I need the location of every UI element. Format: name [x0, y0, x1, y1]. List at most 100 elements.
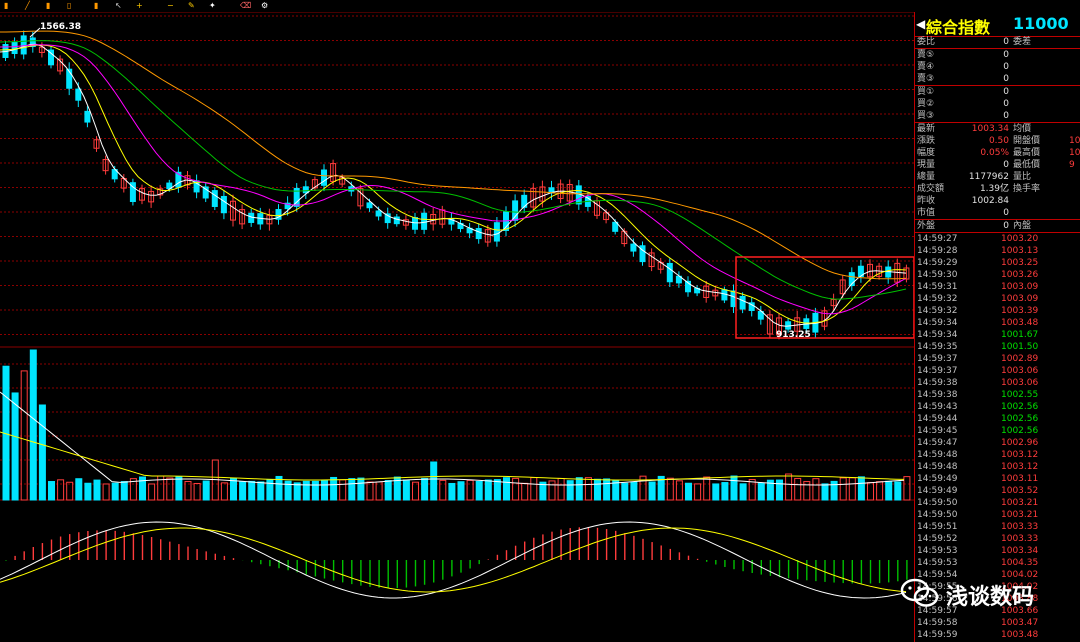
volume-bar	[885, 480, 893, 501]
erase-icon[interactable]: ⌫	[240, 1, 251, 10]
volume-bar	[575, 477, 583, 501]
tick-price: 1003.09	[1001, 294, 1039, 304]
row-label: 賣⑤	[917, 50, 935, 60]
tick-price: 1003.33	[1001, 522, 1039, 532]
tick-time: 14:59:38	[917, 378, 958, 388]
watermark: 浅谈数码	[900, 576, 1070, 612]
volume-bar	[84, 482, 92, 501]
volume-bar	[648, 481, 656, 501]
tick-row: 14:59:35 1001.50	[915, 341, 1080, 353]
collapse-arrow-icon[interactable]: ◀	[916, 17, 925, 31]
volume-bar	[38, 404, 46, 501]
sort-icon[interactable]: ▮	[4, 1, 12, 10]
zoom-out-icon[interactable]: −	[167, 1, 175, 10]
tick-price: 1003.39	[1001, 306, 1039, 316]
row-value: 0	[1003, 74, 1009, 84]
stat-row: 現量 0 最低價 9	[915, 159, 1080, 171]
tick-price: 1003.48	[1001, 318, 1039, 328]
candle-body	[739, 295, 746, 310]
candle-body	[302, 186, 309, 194]
row-value: 0	[1003, 87, 1009, 97]
tick-row: 14:59:27 1003.20	[915, 233, 1080, 245]
volume-bar	[384, 480, 392, 501]
volume-bar	[621, 482, 629, 501]
tick-row: 14:59:50 1003.21	[915, 497, 1080, 509]
volume-bar	[202, 480, 210, 501]
row-label-2: 開盤價	[1013, 136, 1041, 146]
row-label: 總量	[917, 172, 936, 182]
row-value: 0.50	[988, 136, 1009, 146]
volume-bar	[557, 477, 565, 501]
tick-price: 1004.35	[1001, 558, 1039, 568]
row-value: 0	[1003, 160, 1009, 170]
row-label-2: 最低價	[1013, 160, 1041, 170]
stat-row: 漲跌 0.50 開盤價 10	[915, 135, 1080, 147]
volume-bar	[903, 476, 911, 501]
tick-time: 14:59:48	[917, 462, 958, 472]
tick-row: 14:59:49 1003.11	[915, 473, 1080, 485]
tick-row: 14:59:32 1003.39	[915, 305, 1080, 317]
volume-bar	[867, 482, 874, 501]
stat-row: 市值 0	[915, 207, 1080, 219]
tick-time: 14:59:59	[917, 630, 958, 640]
tick-price: 1003.25	[1001, 258, 1039, 268]
volume-bar	[857, 476, 865, 501]
tick-time: 14:59:58	[917, 618, 958, 628]
tick-price: 1003.11	[1001, 474, 1039, 484]
candle-body	[375, 210, 382, 217]
candle-body	[84, 110, 91, 123]
volume-bar	[330, 476, 338, 501]
tick-price: 1002.56	[1001, 426, 1039, 436]
candlestick-chart[interactable]	[0, 12, 914, 642]
tick-time: 14:59:53	[917, 558, 958, 568]
tick-row: 14:59:47 1002.96	[915, 437, 1080, 449]
stat-row: 最新 1003.34 均價	[915, 123, 1080, 135]
volume-bar	[11, 392, 19, 501]
candle-icon[interactable]: ▯	[67, 1, 75, 10]
row-value: 0	[1003, 111, 1009, 121]
tick-row: 14:59:45 1002.56	[915, 425, 1080, 437]
stat-row: 幅度 0.05% 最高價 10	[915, 147, 1080, 159]
line-icon[interactable]: ╱	[25, 1, 33, 10]
tick-row: 14:59:51 1003.33	[915, 521, 1080, 533]
row-value-2: 9	[1069, 160, 1075, 170]
tick-row: 14:59:29 1003.25	[915, 257, 1080, 269]
row-label: 委比	[917, 37, 936, 47]
tick-row: 14:59:32 1003.09	[915, 293, 1080, 305]
volume-bar	[430, 461, 438, 501]
tick-price: 1003.34	[1001, 546, 1039, 556]
tick-time: 14:59:45	[917, 426, 958, 436]
tick-time: 14:59:44	[917, 414, 958, 424]
bar-icon[interactable]: ▮	[46, 1, 54, 10]
volume-bar	[594, 478, 601, 501]
draw-icon[interactable]: ✎	[188, 1, 196, 10]
low-price-label: 913.25	[776, 330, 811, 340]
volume-icon[interactable]: ▮	[94, 1, 102, 10]
row-value: 1.39亿	[979, 184, 1009, 194]
cursor-icon[interactable]: ↖	[115, 1, 123, 10]
volume-bar	[66, 481, 74, 501]
volume-bar	[685, 482, 692, 501]
volume-bar	[703, 476, 711, 501]
pin-icon[interactable]: ✦	[209, 1, 217, 10]
zoom-in-icon[interactable]: +	[136, 1, 144, 10]
volume-bar	[712, 483, 720, 501]
volume-bar	[348, 478, 356, 501]
settings-icon[interactable]: ⚙	[261, 1, 269, 10]
watermark-text: 浅谈数码	[946, 585, 1035, 610]
tick-time: 14:59:52	[917, 534, 958, 544]
tick-row: 14:59:48 1003.12	[915, 449, 1080, 461]
volume-bar	[29, 349, 37, 501]
row-label: 買②	[917, 99, 935, 109]
tick-price: 1003.52	[1001, 486, 1039, 496]
volume-bar	[102, 483, 110, 501]
row-value: 0	[1003, 50, 1009, 60]
volume-bar	[839, 477, 847, 501]
row-value: 0	[1003, 208, 1009, 218]
row-label-2: 均價	[1013, 124, 1032, 134]
row-label: 市值	[917, 208, 936, 218]
volume-bar	[584, 477, 592, 501]
row-label: 最新	[917, 124, 936, 134]
candle-body	[211, 190, 218, 207]
wechat-icon	[900, 578, 939, 607]
